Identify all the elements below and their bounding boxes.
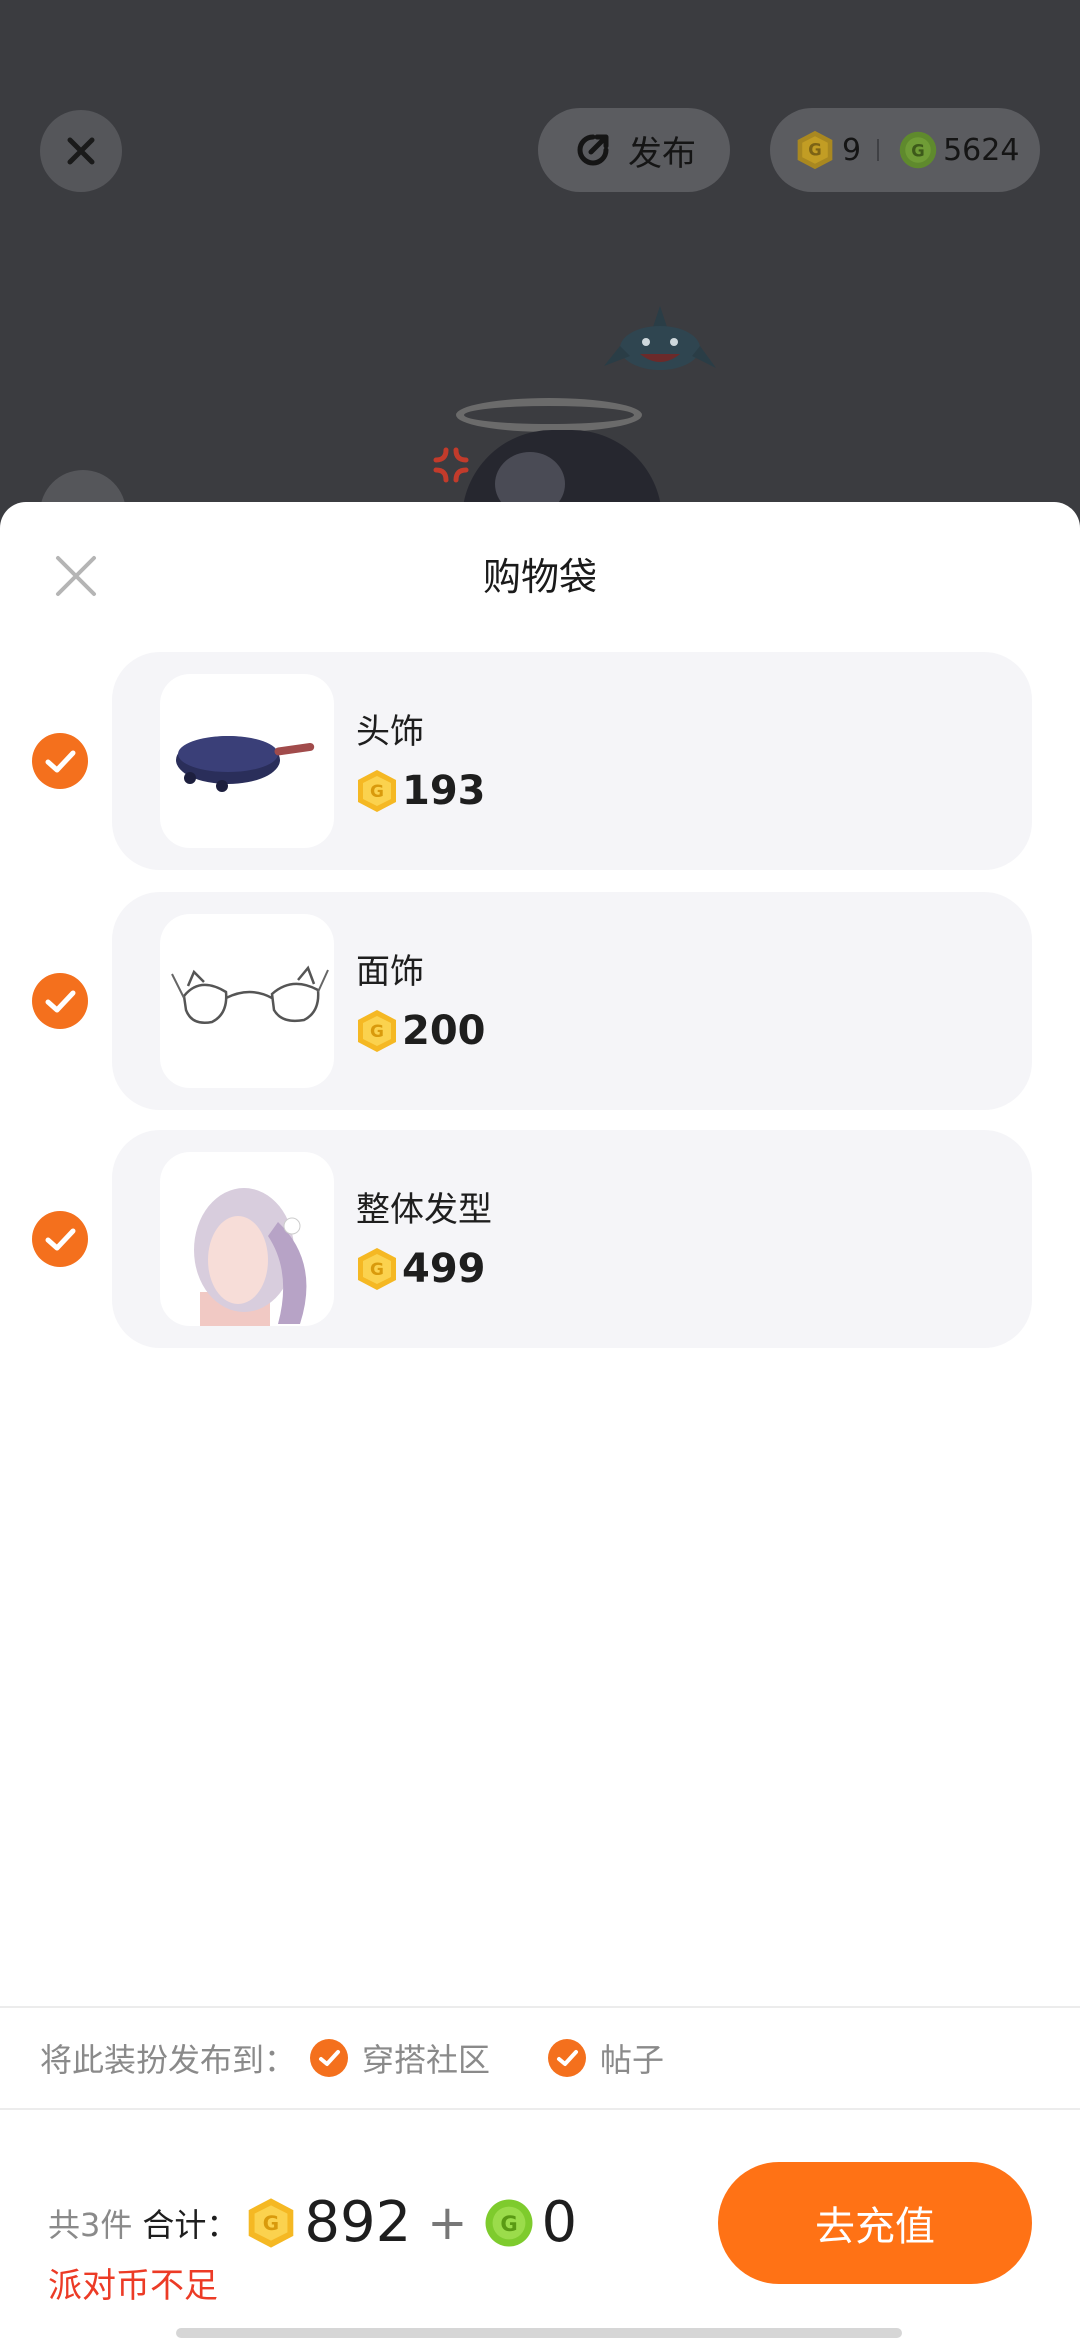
wallet-balance[interactable]: G 9 G 5624: [770, 108, 1040, 192]
item-price: G 499: [356, 1246, 486, 1292]
item-thumbnail: [160, 914, 334, 1088]
anger-mark-icon: [433, 447, 469, 483]
publish-to-label: 将此装扮发布到：: [40, 2041, 297, 2079]
option-outfit-community[interactable]: 穿搭社区: [310, 2035, 490, 2081]
item-card[interactable]: 整体发型 G 499: [112, 1130, 1032, 1348]
green-total: 0: [541, 2190, 578, 2255]
publish-to-bar: 将此装扮发布到： 穿搭社区 帖子: [0, 2006, 1080, 2110]
recharge-button[interactable]: 去充值: [718, 2162, 1032, 2284]
item-card[interactable]: 面饰 G 200: [112, 892, 1032, 1110]
svg-text:G: G: [808, 140, 821, 159]
item-checkbox-checked-icon[interactable]: [32, 973, 88, 1029]
option-label: 帖子: [600, 2041, 665, 2079]
green-coin-icon: G: [899, 131, 937, 169]
avatar-scene: 发布 G 9 G 5624: [0, 0, 1080, 540]
item-price-value: 200: [402, 1008, 486, 1054]
checkbox-checked-icon: [310, 2039, 349, 2077]
svg-text:G: G: [370, 782, 384, 802]
publish-label: 发布: [628, 133, 696, 174]
svg-text:G: G: [911, 141, 924, 160]
svg-text:G: G: [263, 2211, 279, 2235]
total-line: 共3件 合计： G 892 + G 0: [48, 2190, 577, 2255]
item-name: 整体发型: [356, 1190, 492, 1230]
item-name: 头饰: [356, 712, 424, 752]
publish-icon: [577, 134, 609, 166]
shark-accessory-image: [604, 306, 716, 370]
svg-text:G: G: [500, 2211, 517, 2236]
divider: [877, 139, 880, 161]
gold-coin-icon: G: [358, 1010, 396, 1052]
close-icon: [67, 137, 95, 165]
publish-button[interactable]: 发布: [538, 108, 730, 192]
gold-coin-icon: G: [797, 130, 833, 170]
option-label: 穿搭社区: [362, 2041, 491, 2079]
insufficient-funds-warning: 派对币不足: [48, 2266, 218, 2306]
svg-text:G: G: [370, 1022, 384, 1042]
sheet-title: 购物袋: [482, 555, 597, 599]
green-coin-icon: G: [485, 2199, 532, 2246]
close-scene-button[interactable]: [40, 110, 122, 192]
cart-item: 面饰 G 200: [0, 892, 1080, 1110]
ponytail-hair-icon: [194, 1188, 307, 1326]
item-price: G 200: [356, 1008, 486, 1054]
item-count: 共3件: [48, 2205, 133, 2244]
gold-balance: 9: [842, 132, 862, 168]
home-indicator[interactable]: [176, 2328, 902, 2338]
item-price-value: 499: [402, 1246, 486, 1292]
svg-text:G: G: [370, 1260, 384, 1280]
gold-total: 892: [304, 2190, 412, 2255]
item-name: 面饰: [356, 952, 424, 992]
option-post[interactable]: 帖子: [548, 2035, 664, 2081]
halo-accessory: [456, 398, 642, 432]
cart-item: 整体发型 G 499: [0, 1130, 1080, 1348]
item-checkbox-checked-icon[interactable]: [32, 733, 88, 789]
green-balance: 5624: [943, 132, 1020, 168]
cart-item: 头饰 G 193: [0, 652, 1080, 870]
item-checkbox-checked-icon[interactable]: [32, 1211, 88, 1267]
item-price: G 193: [356, 768, 486, 814]
gold-coin-icon: G: [358, 770, 396, 812]
checkout-footer: 共3件 合计： G 892 + G 0 派对币不足 去充值: [0, 2112, 1080, 2340]
wok-pan-icon: [176, 736, 315, 792]
gold-coin-icon: G: [358, 1248, 396, 1290]
checkbox-checked-icon: [548, 2039, 587, 2077]
item-thumbnail: [160, 1152, 334, 1326]
item-card[interactable]: 头饰 G 193: [112, 652, 1032, 870]
item-price-value: 193: [402, 768, 486, 814]
cat-ear-glasses-icon: [171, 965, 329, 1024]
plus-sign: +: [427, 2194, 468, 2251]
gold-coin-icon: G: [249, 2197, 294, 2248]
item-thumbnail: [160, 674, 334, 848]
total-label: 合计：: [142, 2205, 239, 2244]
